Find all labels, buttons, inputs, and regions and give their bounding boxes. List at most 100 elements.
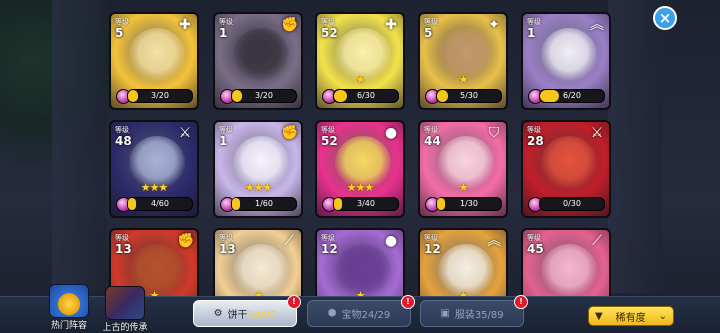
star-rating: ★★★ bbox=[346, 181, 375, 194]
progress-text: 3/20 bbox=[255, 91, 273, 100]
background-pillar-right bbox=[608, 0, 662, 293]
tab-treasures-count: 24/29 bbox=[361, 310, 391, 321]
cookie-card[interactable]: 等级 5 ✚ 3/20 bbox=[109, 12, 199, 110]
soulstone-progress: 6/20 bbox=[539, 89, 605, 103]
cookie-grid: 等级 5 ✚ 3/20 等级 1 ✊ 3/20 等级 52 ✚ ★ 6/30 等级 5 ✦ ★ 5/30 等级 1 ︽ 6… bbox=[109, 12, 613, 304]
progress-text: 1/60 bbox=[255, 199, 273, 208]
progress-text: 6/30 bbox=[357, 91, 375, 100]
tab-cookies[interactable]: ⚙ 饼干54/87 ! bbox=[193, 295, 301, 327]
fist-icon: ✊ bbox=[281, 125, 299, 141]
plus-icon: ✚ bbox=[179, 17, 191, 33]
soulstone-progress: 6/30 bbox=[333, 89, 399, 103]
tab-costumes-label: 服装 bbox=[454, 310, 475, 321]
cookie-card[interactable]: 等级12●★ bbox=[315, 228, 405, 304]
cookie-level: 28 bbox=[527, 134, 544, 148]
close-button[interactable]: × bbox=[653, 6, 677, 30]
sword-icon: ⚔ bbox=[178, 125, 192, 141]
soulstone-progress: 4/60 bbox=[127, 197, 193, 211]
treasure-tab-icon: ⬢ bbox=[327, 308, 337, 319]
cookie-card[interactable]: 等级 45 ⟋ bbox=[521, 228, 611, 304]
soulstone-progress: 0/30 bbox=[539, 197, 605, 211]
tab-treasures[interactable]: ⬢ 宝物24/29 ! bbox=[307, 295, 415, 327]
sword-icon: ⚔ bbox=[590, 125, 604, 141]
cookie-level: 1 bbox=[219, 26, 228, 40]
sort-dropdown[interactable]: ▼ 稀有度 ⌄ bbox=[588, 306, 674, 326]
cookie-card[interactable]: 等级 1 ︽ 6/20 bbox=[521, 12, 611, 110]
chevron-down-icon: ⌄ bbox=[658, 310, 667, 322]
cookie-card[interactable]: 等级 44 ⛉ ★ 1/30 bbox=[418, 120, 508, 218]
cookie-level: 1 bbox=[219, 134, 228, 148]
progress-text: 1/30 bbox=[460, 199, 478, 208]
soulstone-progress: 1/30 bbox=[436, 197, 502, 211]
plus-icon: ✚ bbox=[385, 17, 397, 33]
cookie-level: 45 bbox=[527, 242, 544, 256]
fist-icon: ✊ bbox=[177, 233, 195, 249]
alert-badge: ! bbox=[287, 295, 301, 309]
cookie-card[interactable]: 等级 52 ✚ ★ 6/30 bbox=[315, 12, 405, 110]
fist-icon: ✊ bbox=[281, 17, 299, 33]
cookie-card[interactable]: 等级12︽★ bbox=[418, 228, 508, 304]
star-rating: ★ bbox=[458, 73, 469, 86]
cookie-level: 5 bbox=[115, 26, 124, 40]
star-rating: ★ bbox=[458, 181, 469, 194]
alert-badge: ! bbox=[401, 295, 415, 309]
cookie-level: 5 bbox=[424, 26, 433, 40]
legacy-cards-icon bbox=[105, 286, 145, 320]
hot-team-button[interactable]: 热门阵容 bbox=[44, 284, 94, 331]
sparkle-icon: ✦ bbox=[488, 17, 500, 33]
team-icon bbox=[49, 284, 89, 318]
soulstone-progress: 1/60 bbox=[231, 197, 297, 211]
cookie-portrait bbox=[541, 28, 597, 82]
cookie-level: 48 bbox=[115, 134, 132, 148]
ancient-legacy-label: 上古的传承 bbox=[102, 323, 148, 333]
progress-text: 5/30 bbox=[460, 91, 478, 100]
progress-text: 3/20 bbox=[151, 91, 169, 100]
cookie-level: 52 bbox=[321, 26, 338, 40]
tab-cookies-count: 54/87 bbox=[247, 310, 277, 321]
cookie-level: 12 bbox=[424, 242, 441, 256]
cookie-level: 44 bbox=[424, 134, 441, 148]
star-rating: ★ bbox=[355, 73, 366, 86]
cookie-level: 13 bbox=[115, 242, 132, 256]
close-icon: × bbox=[658, 9, 672, 27]
chevron-up-icon: ︽ bbox=[487, 233, 501, 249]
costume-tab-icon: ▣ bbox=[440, 308, 450, 319]
bomb-icon: ● bbox=[384, 125, 398, 141]
cookie-card[interactable]: 等级 52 ● ★★★ 3/40 bbox=[315, 120, 405, 218]
background-pillar-left bbox=[52, 0, 106, 293]
star-rating: ★★★ bbox=[140, 181, 169, 194]
tab-treasures-label: 宝物 bbox=[341, 310, 362, 321]
soulstone-progress: 3/20 bbox=[231, 89, 297, 103]
cookie-portrait bbox=[129, 28, 185, 82]
alert-badge: ! bbox=[514, 295, 528, 309]
cookie-level: 13 bbox=[219, 242, 236, 256]
cookie-card[interactable]: 等级13⟋★ bbox=[213, 228, 303, 304]
cookie-card[interactable]: 等级 5 ✦ ★ 5/30 bbox=[418, 12, 508, 110]
tab-costumes[interactable]: ▣ 服装35/89 ! bbox=[420, 295, 528, 327]
cookie-portrait bbox=[233, 28, 289, 82]
tab-costumes-count: 35/89 bbox=[474, 310, 504, 321]
cookie-card[interactable]: 等级 48 ⚔ ★★★ 4/60 bbox=[109, 120, 199, 218]
chevron-up-icon: ︽ bbox=[590, 17, 604, 33]
sort-label: 稀有度 bbox=[615, 312, 646, 324]
soulstone-progress: 3/40 bbox=[333, 197, 399, 211]
cookie-portrait bbox=[541, 244, 597, 298]
star-rating: ★★★ bbox=[244, 181, 273, 194]
cookie-level: 1 bbox=[527, 26, 536, 40]
cookie-card[interactable]: 等级 1 ✊ ★★★ 1/60 bbox=[213, 120, 303, 218]
cookie-card[interactable]: 等级 28 ⚔ 0/30 bbox=[521, 120, 611, 218]
cookie-tab-icon: ⚙ bbox=[213, 308, 223, 319]
soulstone-progress: 5/30 bbox=[436, 89, 502, 103]
cookie-card[interactable]: 等级 1 ✊ 3/20 bbox=[213, 12, 303, 110]
wand-icon: ⟋ bbox=[284, 233, 294, 249]
shield-icon: ⛉ bbox=[488, 125, 500, 141]
bomb-icon: ● bbox=[384, 233, 398, 249]
filter-icon: ▼ bbox=[595, 310, 603, 322]
wand-icon: ⟋ bbox=[592, 233, 602, 249]
ancient-legacy-button[interactable]: 上古的传承 bbox=[98, 286, 152, 333]
progress-text: 6/20 bbox=[563, 91, 581, 100]
progress-text: 0/30 bbox=[563, 199, 581, 208]
soulstone-progress: 3/20 bbox=[127, 89, 193, 103]
progress-text: 4/60 bbox=[151, 199, 169, 208]
tab-cookies-label: 饼干 bbox=[227, 310, 248, 321]
